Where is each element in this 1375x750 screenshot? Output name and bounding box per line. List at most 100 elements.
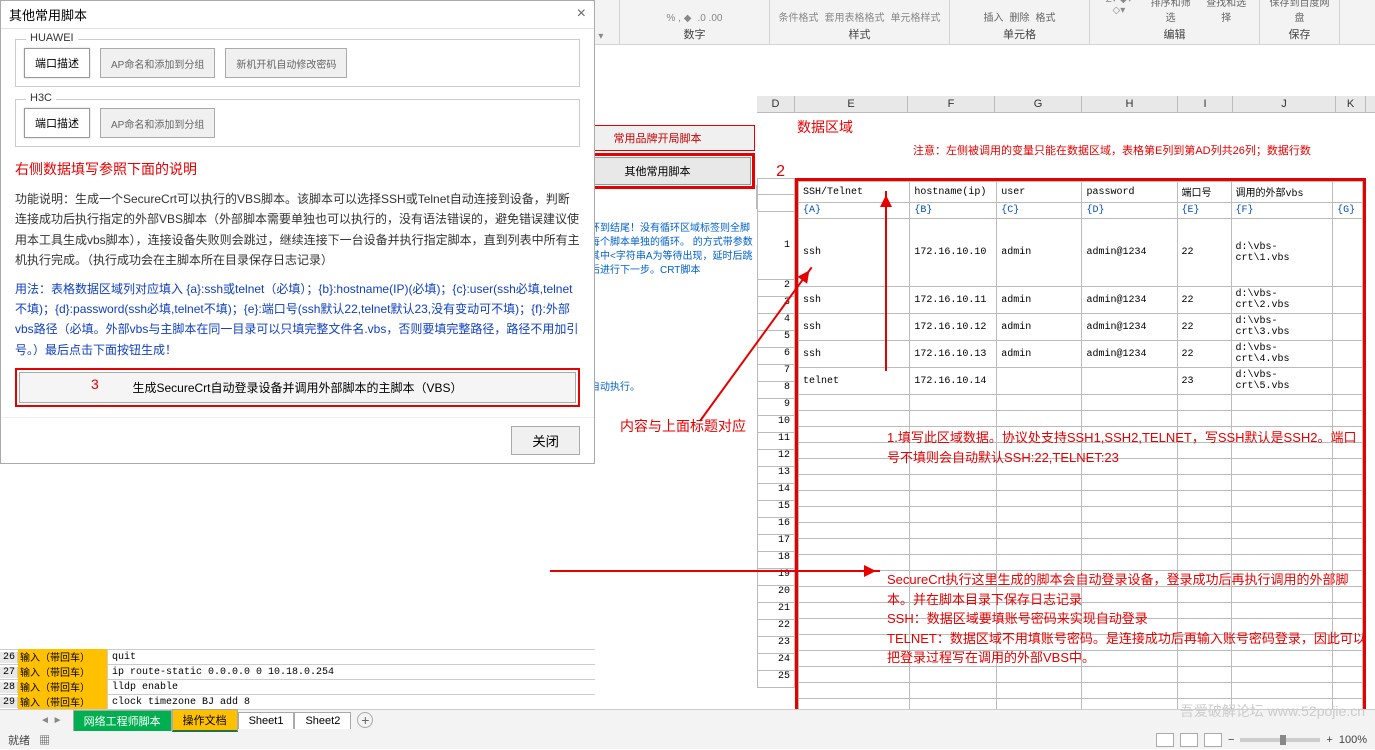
data-cell[interactable]: [1082, 491, 1177, 507]
data-cell[interactable]: [1333, 411, 1363, 427]
script-action[interactable]: 输入（带回车）: [18, 664, 108, 680]
data-cell[interactable]: [799, 411, 910, 427]
data-header[interactable]: 调用的外部vbs: [1231, 182, 1333, 203]
data-cell[interactable]: [910, 475, 997, 491]
data-cell[interactable]: [1082, 368, 1177, 395]
data-cell[interactable]: 172.16.10.10: [910, 219, 997, 287]
data-cell[interactable]: [1333, 219, 1363, 287]
row-number[interactable]: 8: [757, 382, 795, 399]
row-number[interactable]: 24: [757, 654, 795, 671]
data-cell[interactable]: [1231, 475, 1333, 491]
data-cell[interactable]: 22: [1177, 314, 1231, 341]
close-button[interactable]: 关闭: [511, 426, 580, 455]
placeholder-cell[interactable]: {D}: [1082, 203, 1177, 219]
data-cell[interactable]: [1082, 507, 1177, 523]
data-cell[interactable]: [1177, 683, 1231, 699]
data-cell[interactable]: admin@1234: [1082, 341, 1177, 368]
data-cell[interactable]: [799, 491, 910, 507]
data-cell[interactable]: [997, 667, 1082, 683]
data-cell[interactable]: [1333, 539, 1363, 555]
view-normal-icon[interactable]: [1156, 733, 1174, 747]
data-cell[interactable]: [910, 491, 997, 507]
col-E[interactable]: E: [795, 96, 908, 112]
row-number[interactable]: 9: [757, 399, 795, 416]
data-cell[interactable]: [997, 683, 1082, 699]
data-cell[interactable]: [799, 507, 910, 523]
data-cell[interactable]: [1333, 555, 1363, 571]
data-cell[interactable]: [1333, 475, 1363, 491]
data-cell[interactable]: admin: [997, 219, 1082, 287]
data-cell[interactable]: [910, 667, 997, 683]
data-cell[interactable]: [1333, 507, 1363, 523]
data-cell[interactable]: [1177, 523, 1231, 539]
find-select-btn[interactable]: 查找和选择: [1201, 0, 1251, 24]
col-F[interactable]: F: [908, 96, 995, 112]
col-I[interactable]: I: [1178, 96, 1233, 112]
zoom-out-icon[interactable]: −: [1228, 734, 1234, 746]
view-break-icon[interactable]: [1204, 733, 1222, 747]
add-sheet-button[interactable]: +: [357, 712, 373, 728]
col-K[interactable]: K: [1336, 96, 1366, 112]
data-cell[interactable]: 172.16.10.13: [910, 341, 997, 368]
zoom-level[interactable]: 100%: [1339, 734, 1367, 746]
data-cell[interactable]: [1082, 411, 1177, 427]
data-cell[interactable]: [1333, 314, 1363, 341]
zoom-slider[interactable]: [1240, 738, 1320, 742]
data-cell[interactable]: [799, 475, 910, 491]
insert-btn[interactable]: 插入: [984, 9, 1004, 24]
data-cell[interactable]: ssh: [799, 341, 910, 368]
data-cell[interactable]: 23: [1177, 368, 1231, 395]
data-header[interactable]: SSH/Telnet: [799, 182, 910, 203]
data-cell[interactable]: d:\vbs-crt\1.vbs: [1231, 219, 1333, 287]
data-cell[interactable]: [1333, 667, 1363, 683]
script-action[interactable]: 输入（带回车）: [18, 649, 108, 665]
row-number[interactable]: 21: [757, 603, 795, 620]
data-cell[interactable]: [1333, 341, 1363, 368]
col-D[interactable]: D: [757, 96, 795, 112]
data-cell[interactable]: [1177, 491, 1231, 507]
data-cell[interactable]: 172.16.10.14: [910, 368, 997, 395]
data-cell[interactable]: [1231, 555, 1333, 571]
data-cell[interactable]: [1082, 395, 1177, 411]
data-cell[interactable]: [799, 667, 910, 683]
format-btn[interactable]: 格式: [1036, 9, 1056, 24]
data-cell[interactable]: admin@1234: [1082, 287, 1177, 314]
data-cell[interactable]: [910, 411, 997, 427]
placeholder-cell[interactable]: {G}: [1333, 203, 1363, 219]
row-number[interactable]: 11: [757, 433, 795, 450]
row-number[interactable]: 17: [757, 535, 795, 552]
record-macro-icon[interactable]: ▦: [39, 735, 50, 747]
data-cell[interactable]: [1231, 539, 1333, 555]
row-number[interactable]: 6: [757, 348, 795, 365]
placeholder-cell[interactable]: {C}: [997, 203, 1082, 219]
data-cell[interactable]: [1333, 287, 1363, 314]
data-cell[interactable]: admin@1234: [1082, 314, 1177, 341]
sheet-tab-3[interactable]: Sheet1: [238, 712, 295, 729]
data-cell[interactable]: [1333, 395, 1363, 411]
sheet-tab-1[interactable]: 网络工程师脚本: [73, 710, 172, 731]
row-number[interactable]: 15: [757, 501, 795, 518]
data-cell[interactable]: d:\vbs-crt\2.vbs: [1231, 287, 1333, 314]
row-number[interactable]: 20: [757, 586, 795, 603]
data-cell[interactable]: [1177, 555, 1231, 571]
data-cell[interactable]: [1333, 683, 1363, 699]
data-cell[interactable]: [1177, 667, 1231, 683]
data-cell[interactable]: 22: [1177, 341, 1231, 368]
data-cell[interactable]: [799, 523, 910, 539]
placeholder-cell[interactable]: {B}: [910, 203, 997, 219]
data-cell[interactable]: 172.16.10.12: [910, 314, 997, 341]
data-cell[interactable]: 22: [1177, 287, 1231, 314]
data-cell[interactable]: admin: [997, 341, 1082, 368]
zoom-in-icon[interactable]: +: [1326, 734, 1332, 746]
save-baidu-btn[interactable]: 保存到百度网盘: [1268, 0, 1331, 24]
data-cell[interactable]: [997, 411, 1082, 427]
data-cell[interactable]: [1231, 411, 1333, 427]
view-layout-icon[interactable]: [1180, 733, 1198, 747]
data-cell[interactable]: [1082, 555, 1177, 571]
row-number[interactable]: 1: [757, 212, 795, 280]
data-cell[interactable]: [997, 555, 1082, 571]
data-cell[interactable]: [997, 475, 1082, 491]
data-header[interactable]: [1333, 182, 1363, 203]
h3c-port-desc-button[interactable]: 端口描述: [24, 108, 90, 138]
data-cell[interactable]: [910, 395, 997, 411]
